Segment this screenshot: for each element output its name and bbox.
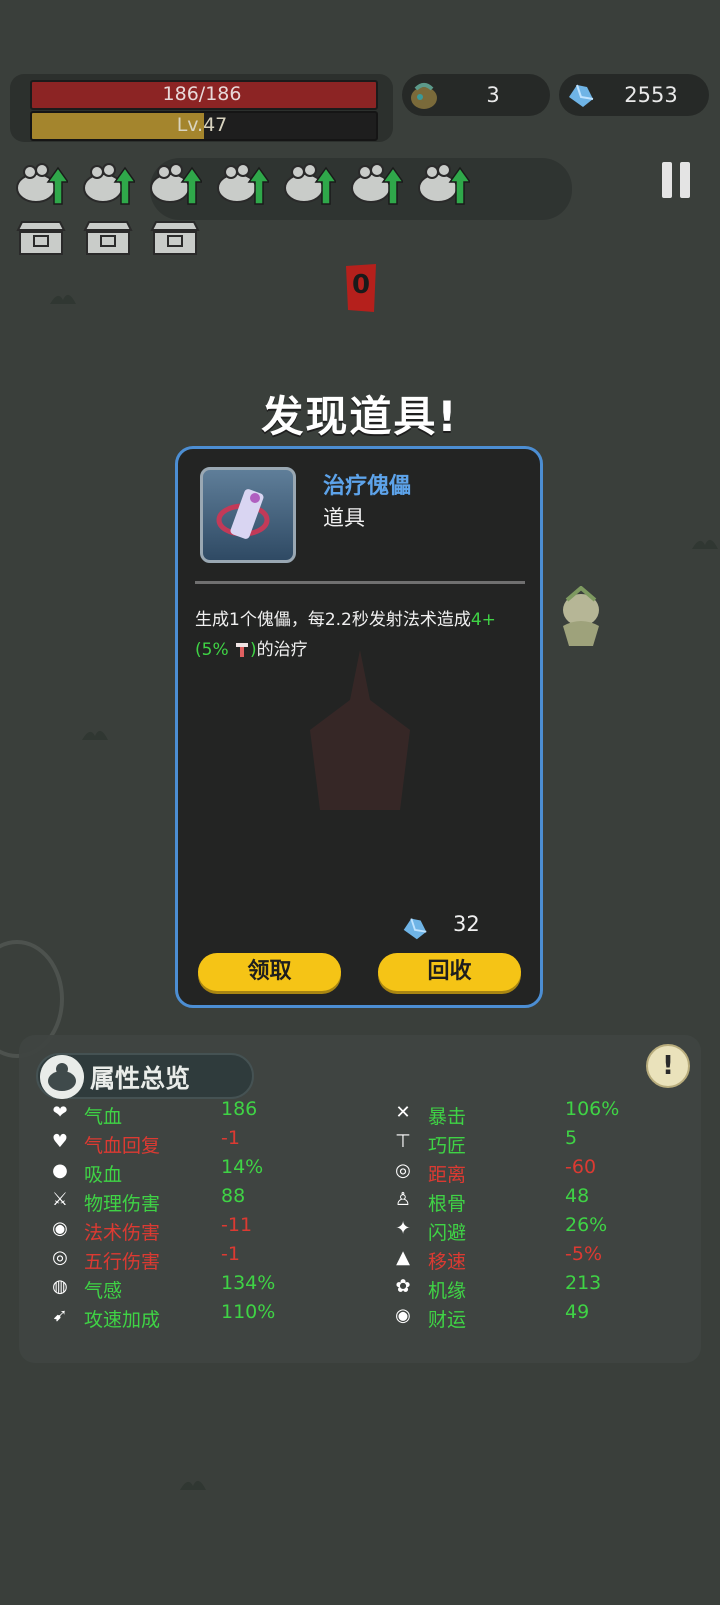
stat-label: 吸血 bbox=[84, 1164, 123, 1186]
stat-value: -1 bbox=[221, 1127, 240, 1149]
stat-value: 26% bbox=[565, 1214, 608, 1236]
stat-label: 气血 bbox=[84, 1106, 123, 1128]
ground-shrub-icon bbox=[180, 1480, 206, 1490]
puppet-item-icon bbox=[200, 467, 296, 563]
bag-count: 3 bbox=[486, 83, 500, 107]
recycle-button[interactable]: 回收 bbox=[378, 953, 521, 991]
stat-value: 14% bbox=[221, 1156, 264, 1178]
item-description: 生成1个傀儡，每2.2秒发射法术造成4+ (5% )的治疗 bbox=[195, 605, 525, 665]
range-icon: ◎ bbox=[395, 1160, 411, 1181]
item-name: 治疗傀儡 bbox=[323, 474, 412, 499]
upgrade-buff-icon[interactable] bbox=[148, 158, 204, 208]
card-divider bbox=[195, 581, 525, 584]
chest-buff-icon[interactable] bbox=[150, 220, 200, 256]
stat-value: -60 bbox=[565, 1156, 597, 1178]
stats-title: 属性总览 bbox=[90, 1064, 191, 1093]
desc-scaling-open: (5% bbox=[195, 640, 235, 660]
info-button[interactable]: ! bbox=[646, 1044, 690, 1088]
hp-text: 186/186 bbox=[162, 83, 242, 105]
kill-counter-number: 0 bbox=[351, 270, 371, 300]
item-type: 道具 bbox=[323, 506, 365, 530]
stat-label: 五行伤害 bbox=[84, 1251, 161, 1273]
recycle-value: 32 bbox=[453, 912, 480, 936]
popup-title: 发现道具! bbox=[261, 392, 459, 441]
fortune-cycle-icon: ✿ bbox=[395, 1276, 411, 1297]
dodge-icon: ✦ bbox=[395, 1218, 411, 1239]
stat-label: 法术伤害 bbox=[84, 1222, 161, 1244]
desc-heal-amount: 4+ bbox=[470, 610, 496, 630]
upgrade-buff-icon[interactable] bbox=[14, 158, 70, 208]
upgrade-buff-icon[interactable] bbox=[349, 158, 405, 208]
stat-value: 88 bbox=[221, 1185, 246, 1207]
attack-speed-icon: ➹ bbox=[52, 1305, 68, 1326]
coin-icon: ◉ bbox=[395, 1305, 411, 1326]
desc-scaling-close: ) bbox=[250, 640, 257, 660]
stat-label: 气感 bbox=[84, 1280, 123, 1302]
chest-buff-icon[interactable] bbox=[83, 220, 133, 256]
stat-label: 闪避 bbox=[428, 1222, 467, 1244]
sword-icon: ⚔ bbox=[51, 1189, 69, 1210]
stat-value: 49 bbox=[565, 1301, 590, 1323]
ground-shrub-icon bbox=[82, 730, 108, 740]
spiral-icon: ◉ bbox=[52, 1218, 68, 1239]
stat-value: 48 bbox=[565, 1185, 590, 1207]
upgrade-buff-icon[interactable] bbox=[282, 158, 338, 208]
level-text: Lv.47 bbox=[176, 114, 228, 136]
element-icon: ◎ bbox=[52, 1247, 68, 1268]
qi-icon: ◍ bbox=[52, 1276, 68, 1297]
stat-value: 186 bbox=[221, 1098, 258, 1120]
stat-label: 机缘 bbox=[428, 1280, 467, 1302]
crit-icon: ✕ bbox=[395, 1102, 411, 1123]
enemy-sprite-icon bbox=[563, 586, 599, 646]
stat-value: -1 bbox=[221, 1243, 240, 1265]
stat-label: 暴击 bbox=[428, 1106, 467, 1128]
desc-text-end: 的治疗 bbox=[256, 640, 308, 660]
upgrade-buff-icon[interactable] bbox=[215, 158, 271, 208]
stat-label: 气血回复 bbox=[84, 1135, 161, 1157]
chest-buff-icon[interactable] bbox=[16, 220, 66, 256]
crystal-icon bbox=[569, 84, 594, 107]
ground-shrub-icon bbox=[692, 539, 718, 549]
stat-value: 106% bbox=[565, 1098, 620, 1120]
character-avatar-icon bbox=[40, 1055, 84, 1099]
hammer-icon bbox=[236, 643, 249, 657]
take-button[interactable]: 领取 bbox=[198, 953, 341, 991]
stat-value: 213 bbox=[565, 1272, 602, 1294]
stat-value: -11 bbox=[221, 1214, 253, 1236]
blood-drop-icon: ● bbox=[52, 1160, 68, 1181]
stat-value: 5 bbox=[565, 1127, 578, 1149]
crystal-counter[interactable]: 2553 bbox=[559, 74, 709, 116]
meditate-icon: ♙ bbox=[394, 1189, 412, 1210]
stat-value: 134% bbox=[221, 1272, 276, 1294]
stat-label: 根骨 bbox=[428, 1193, 467, 1215]
bag-icon bbox=[411, 83, 437, 109]
boot-icon: ▲ bbox=[396, 1247, 410, 1268]
card-watermark-icon bbox=[310, 650, 410, 810]
heart-icon: ❤ bbox=[52, 1102, 68, 1123]
stat-label: 物理伤害 bbox=[84, 1193, 161, 1215]
upgrade-buff-icon[interactable] bbox=[416, 158, 472, 208]
upgrade-buff-icon[interactable] bbox=[81, 158, 137, 208]
desc-text: 生成1个傀儡，每2.2秒发射法术造成 bbox=[195, 610, 471, 630]
stat-label: 移速 bbox=[428, 1251, 467, 1273]
stat-value: 110% bbox=[221, 1301, 276, 1323]
bag-counter[interactable]: 3 bbox=[402, 74, 550, 116]
stat-label: 攻速加成 bbox=[84, 1309, 161, 1331]
stat-value: -5% bbox=[565, 1243, 602, 1265]
stat-label: 距离 bbox=[428, 1164, 467, 1186]
crystal-icon bbox=[403, 918, 427, 940]
ground-shrub-icon bbox=[50, 294, 76, 304]
stat-label: 巧匠 bbox=[428, 1135, 467, 1157]
pause-button[interactable] bbox=[662, 162, 692, 198]
heart-regen-icon: ♥ bbox=[51, 1131, 69, 1152]
hammer-icon: ⊤ bbox=[395, 1131, 411, 1152]
stat-label: 财运 bbox=[428, 1309, 467, 1331]
crystal-count: 2553 bbox=[624, 83, 678, 107]
